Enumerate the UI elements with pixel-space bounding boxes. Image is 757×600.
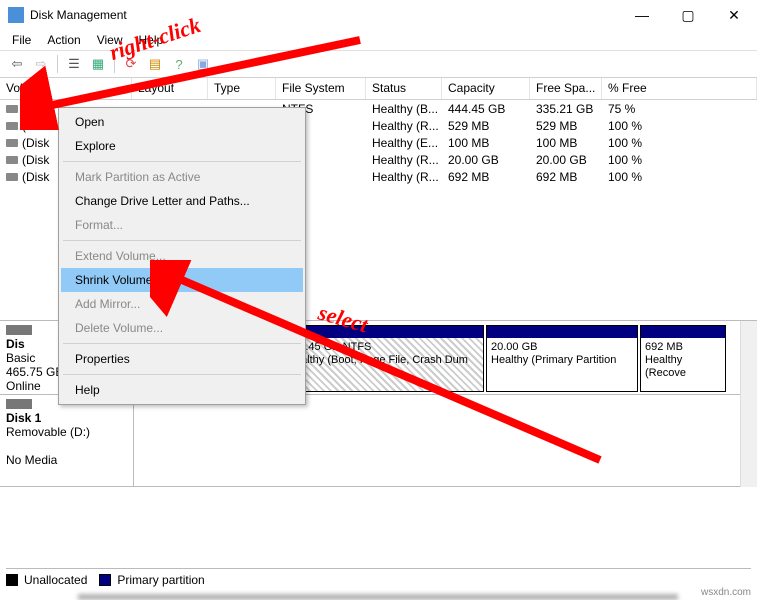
forward-button[interactable]: ⇨ xyxy=(30,53,52,75)
refresh-button[interactable]: ⟳ xyxy=(120,53,142,75)
disk-row: Disk 1 Removable (D:) No Media xyxy=(0,395,757,487)
empty-partition-area xyxy=(134,395,757,486)
menu-format: Format... xyxy=(61,213,303,237)
context-menu: Open Explore Mark Partition as Active Ch… xyxy=(58,107,306,405)
show-hide-button[interactable]: ☰ xyxy=(63,53,85,75)
drive-icon xyxy=(6,122,18,130)
partition-selected[interactable]: 444.45 GB NTFSHealthy (Boot, Page File, … xyxy=(282,325,484,392)
drive-icon xyxy=(6,156,18,164)
toolbar: ⇦ ⇨ ☰ ▦ ⟳ ▤ ? ▣ xyxy=(0,50,757,78)
col-pct[interactable]: % Free xyxy=(602,78,757,99)
disk-icon xyxy=(6,325,32,335)
action-button[interactable]: ▤ xyxy=(144,53,166,75)
drive-icon xyxy=(6,173,18,181)
maximize-button[interactable]: ▢ xyxy=(665,0,711,30)
minimize-button[interactable]: — xyxy=(619,0,665,30)
col-layout[interactable]: Layout xyxy=(132,78,208,99)
drive-icon xyxy=(6,139,18,147)
menu-shrink-volume[interactable]: Shrink Volume... xyxy=(61,268,303,292)
col-status[interactable]: Status xyxy=(366,78,442,99)
menu-properties[interactable]: Properties xyxy=(61,347,303,371)
settings-icon[interactable]: ▣ xyxy=(192,53,214,75)
legend-label: Unallocated xyxy=(24,573,87,587)
col-capacity[interactable]: Capacity xyxy=(442,78,530,99)
legend-label: Primary partition xyxy=(117,573,204,587)
window-title: Disk Management xyxy=(30,8,127,22)
menu-bar: File Action View Help xyxy=(0,30,757,50)
column-headers: Volume Layout Type File System Status Ca… xyxy=(0,78,757,100)
menu-action[interactable]: Action xyxy=(39,31,88,49)
window-controls: — ▢ ✕ xyxy=(619,0,757,30)
menu-file[interactable]: File xyxy=(4,31,39,49)
menu-view[interactable]: View xyxy=(89,31,131,49)
window-titlebar: Disk Management — ▢ ✕ xyxy=(0,0,757,30)
menu-open[interactable]: Open xyxy=(61,110,303,134)
menu-change-drive-letter[interactable]: Change Drive Letter and Paths... xyxy=(61,189,303,213)
disk-icon xyxy=(6,399,32,409)
menu-help[interactable]: Help xyxy=(61,378,303,402)
selected-volume: (C:) xyxy=(22,102,50,116)
menu-help[interactable]: Help xyxy=(131,31,172,49)
legend-swatch-unallocated xyxy=(6,574,18,586)
disk-label[interactable]: Disk 1 Removable (D:) No Media xyxy=(0,395,134,486)
app-icon xyxy=(8,7,24,23)
menu-explore[interactable]: Explore xyxy=(61,134,303,158)
partition[interactable]: 692 MBHealthy (Recove xyxy=(640,325,726,392)
menu-mark-active: Mark Partition as Active xyxy=(61,165,303,189)
drive-icon xyxy=(6,105,18,113)
close-button[interactable]: ✕ xyxy=(711,0,757,30)
menu-add-mirror: Add Mirror... xyxy=(61,292,303,316)
partition[interactable]: 20.00 GBHealthy (Primary Partition xyxy=(486,325,638,392)
menu-extend-volume: Extend Volume... xyxy=(61,244,303,268)
watermark: wsxdn.com xyxy=(701,587,751,598)
help-icon[interactable]: ? xyxy=(168,53,190,75)
scrollbar[interactable] xyxy=(740,321,757,487)
back-button[interactable]: ⇦ xyxy=(6,53,28,75)
legend: Unallocated Primary partition xyxy=(6,568,751,588)
menu-delete-volume: Delete Volume... xyxy=(61,316,303,340)
col-fs[interactable]: File System xyxy=(276,78,366,99)
col-type[interactable]: Type xyxy=(208,78,276,99)
properties-button[interactable]: ▦ xyxy=(87,53,109,75)
col-volume[interactable]: Volume xyxy=(0,78,132,99)
col-free[interactable]: Free Spa... xyxy=(530,78,602,99)
legend-swatch-primary xyxy=(99,574,111,586)
shadow xyxy=(78,594,678,600)
